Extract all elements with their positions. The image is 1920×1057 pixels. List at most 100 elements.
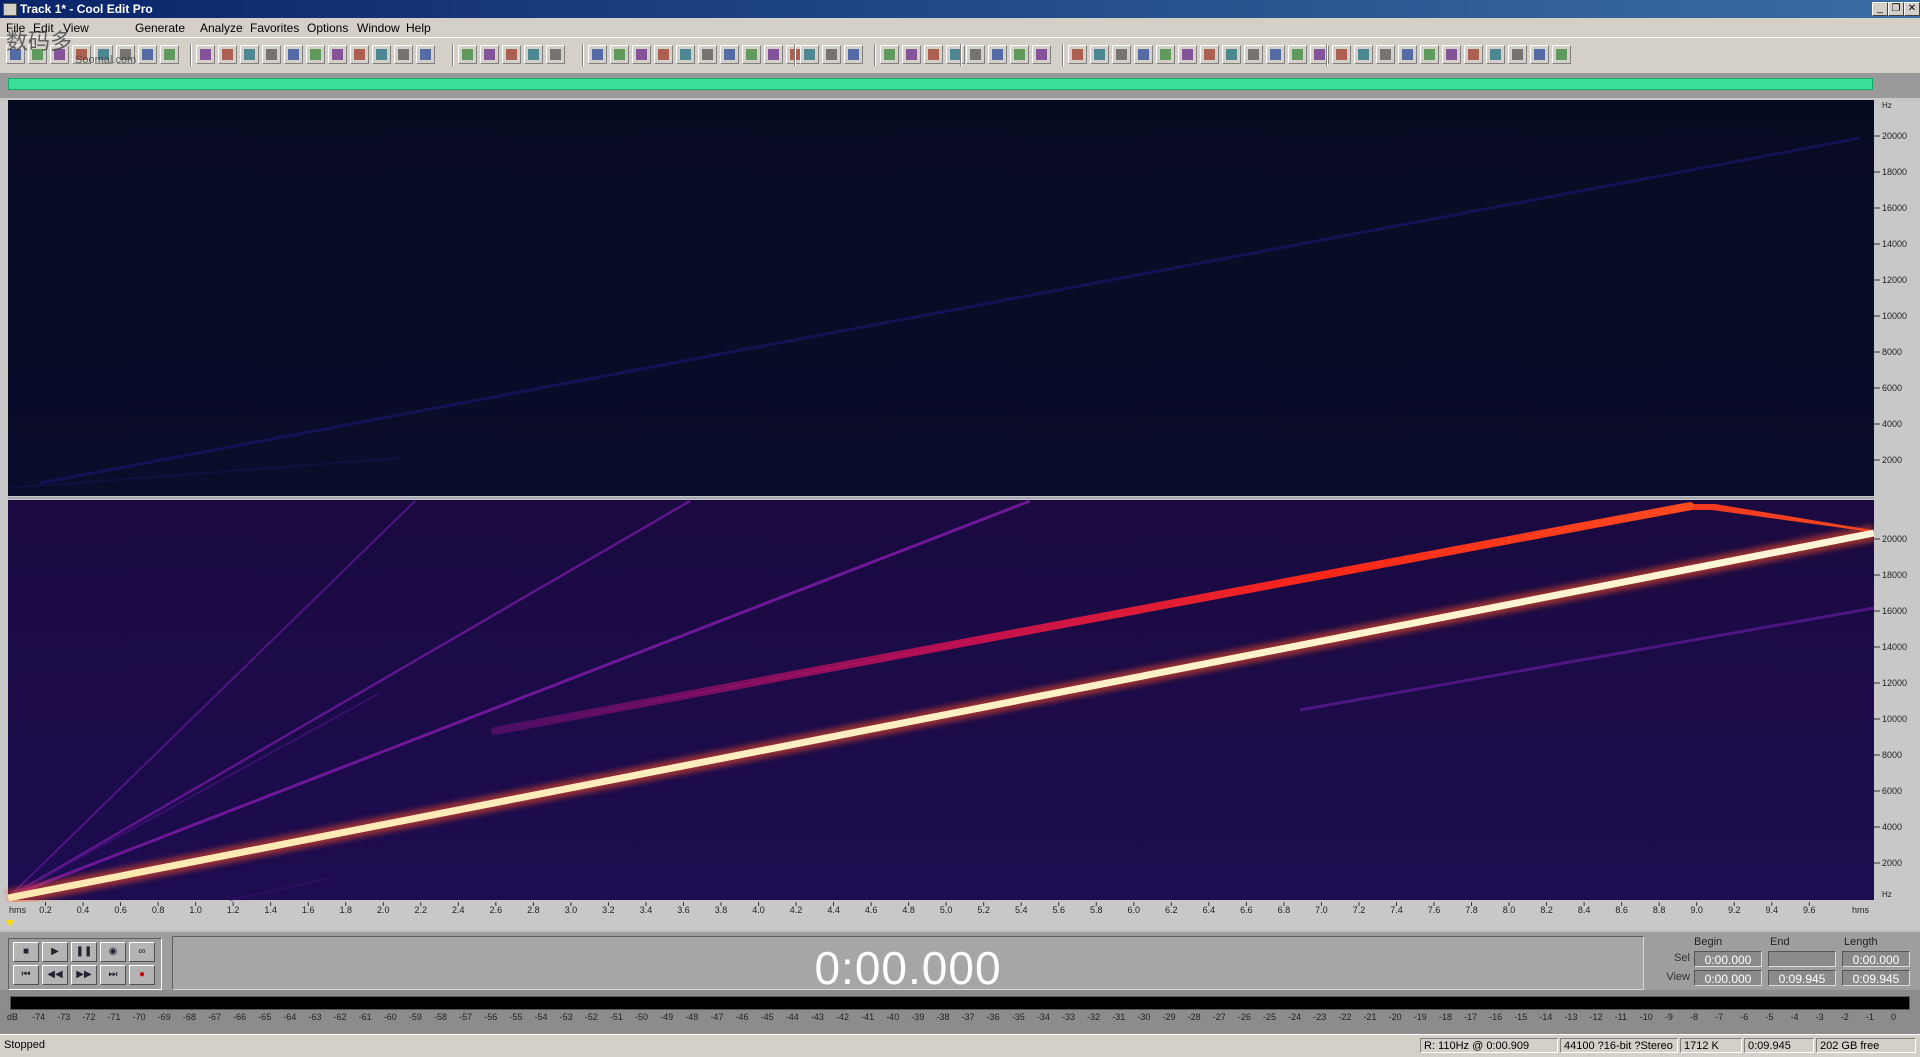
- toolbar-button[interactable]: [196, 45, 215, 64]
- toolbar-button[interactable]: [764, 45, 783, 64]
- toolbar-button[interactable]: [844, 45, 863, 64]
- toolbar-button[interactable]: [654, 45, 673, 64]
- toolbar-button[interactable]: [1464, 45, 1483, 64]
- toolbar-button[interactable]: [1244, 45, 1263, 64]
- toolbar-button[interactable]: [988, 45, 1007, 64]
- toolbar-button[interactable]: [350, 45, 369, 64]
- toolbar-button[interactable]: [328, 45, 347, 64]
- toolbar-button[interactable]: [306, 45, 325, 64]
- stop-button[interactable]: ■: [13, 942, 39, 962]
- toolbar-button[interactable]: [218, 45, 237, 64]
- rewind-button[interactable]: ◀◀: [42, 965, 68, 985]
- toolbar-button[interactable]: [160, 45, 179, 64]
- title-bar: Track 1* - Cool Edit Pro _ ❐ ✕: [0, 0, 1920, 18]
- toolbar-button[interactable]: [1442, 45, 1461, 64]
- toolbar-button[interactable]: [1288, 45, 1307, 64]
- view-end-field[interactable]: 0:09.945: [1768, 970, 1836, 986]
- play-button[interactable]: ▶: [42, 942, 68, 962]
- menu-options[interactable]: Options: [307, 21, 348, 35]
- toolbar-button[interactable]: [1398, 45, 1417, 64]
- toolbar-button[interactable]: [610, 45, 629, 64]
- toolbar-icon: [970, 49, 981, 60]
- toolbar-button[interactable]: [588, 45, 607, 64]
- toolbar-button[interactable]: [394, 45, 413, 64]
- go-to-start-button[interactable]: ⏮: [13, 965, 39, 985]
- menu-favorites[interactable]: Favorites: [250, 21, 299, 35]
- toolbar-button[interactable]: [524, 45, 543, 64]
- view-begin-field[interactable]: 0:00.000: [1694, 970, 1762, 986]
- toolbar-button[interactable]: [1420, 45, 1439, 64]
- level-tick-label: -36: [986, 1012, 1000, 1022]
- pause-button[interactable]: ❚❚: [71, 942, 97, 962]
- toolbar-icon: [928, 49, 939, 60]
- toolbar-button[interactable]: [880, 45, 899, 64]
- toolbar-button[interactable]: [546, 45, 565, 64]
- toolbar-button[interactable]: [1134, 45, 1153, 64]
- level-tick-label: -19: [1413, 1012, 1427, 1022]
- toolbar-button[interactable]: [138, 45, 157, 64]
- toolbar-button[interactable]: [822, 45, 841, 64]
- close-button[interactable]: ✕: [1904, 2, 1920, 16]
- level-tick-label: -32: [1087, 1012, 1101, 1022]
- toolbar-button[interactable]: [1010, 45, 1029, 64]
- toolbar-button[interactable]: [1508, 45, 1527, 64]
- toolbar-button[interactable]: [416, 45, 435, 64]
- toolbar-button[interactable]: [372, 45, 391, 64]
- toolbar-button[interactable]: [742, 45, 761, 64]
- menu-help[interactable]: Help: [406, 21, 431, 35]
- toolbar-button[interactable]: [1222, 45, 1241, 64]
- toolbar-button[interactable]: [698, 45, 717, 64]
- toolbar-button[interactable]: [676, 45, 695, 64]
- overview-strip[interactable]: [0, 73, 1920, 98]
- toolbar-button[interactable]: [458, 45, 477, 64]
- sel-end-field[interactable]: [1768, 951, 1836, 967]
- toolbar-button[interactable]: [1112, 45, 1131, 64]
- time-ruler[interactable]: [0, 902, 1920, 930]
- toolbar-button[interactable]: [502, 45, 521, 64]
- spectral-view[interactable]: 20000 18000 16000 14000 12000 10000 8000 6000 40…: [0, 98, 1920, 930]
- view-length-field[interactable]: 0:09.945: [1842, 970, 1910, 986]
- toolbar-button[interactable]: [1178, 45, 1197, 64]
- menu-window[interactable]: Window: [357, 21, 400, 35]
- menu-analyze[interactable]: Analyze: [200, 21, 243, 35]
- restore-button[interactable]: ❐: [1888, 2, 1904, 16]
- loop-button[interactable]: ∞: [129, 942, 155, 962]
- toolbar-button[interactable]: [1376, 45, 1395, 64]
- play-to-end-button[interactable]: ◉: [100, 942, 126, 962]
- toolbar-button[interactable]: [1530, 45, 1549, 64]
- level-tick-label: -47: [710, 1012, 724, 1022]
- toolbar-button[interactable]: [902, 45, 921, 64]
- toolbar-button[interactable]: [1032, 45, 1051, 64]
- toolbar-button[interactable]: [632, 45, 651, 64]
- level-tick-label: -3: [1815, 1012, 1824, 1022]
- toolbar-button[interactable]: [800, 45, 819, 64]
- toolbar-button[interactable]: [1332, 45, 1351, 64]
- toolbar-button[interactable]: [1156, 45, 1175, 64]
- sel-length-field[interactable]: 0:00.000: [1842, 951, 1910, 967]
- toolbar-button[interactable]: [1090, 45, 1109, 64]
- go-to-end-button[interactable]: ⏭: [100, 965, 126, 985]
- toolbar-button[interactable]: [966, 45, 985, 64]
- toolbar-icon: [724, 49, 735, 60]
- toolbar-button[interactable]: [1354, 45, 1373, 64]
- toolbar-button[interactable]: [1068, 45, 1087, 64]
- toolbar-button[interactable]: [480, 45, 499, 64]
- toolbar-button[interactable]: [720, 45, 739, 64]
- toolbar-button[interactable]: [240, 45, 259, 64]
- toolbar-button[interactable]: [1552, 45, 1571, 64]
- toolbar-button[interactable]: [946, 45, 965, 64]
- toolbar-button[interactable]: [1200, 45, 1219, 64]
- overview-range-bar[interactable]: [8, 78, 1873, 90]
- menu-generate[interactable]: Generate: [135, 21, 185, 35]
- record-button[interactable]: ●: [129, 965, 155, 985]
- spectrogram-canvas[interactable]: 20000 18000 16000 14000 12000 10000 8000 6000 40…: [0, 98, 1920, 930]
- toolbar-button[interactable]: [284, 45, 303, 64]
- toolbar-button[interactable]: [262, 45, 281, 64]
- toolbar-button[interactable]: [924, 45, 943, 64]
- minimize-button[interactable]: _: [1872, 2, 1888, 16]
- fast-forward-button[interactable]: ▶▶: [71, 965, 97, 985]
- freq-bottom-label: 2000: [1882, 858, 1902, 868]
- toolbar-button[interactable]: [1486, 45, 1505, 64]
- sel-begin-field[interactable]: 0:00.000: [1694, 951, 1762, 967]
- toolbar-button[interactable]: [1266, 45, 1285, 64]
